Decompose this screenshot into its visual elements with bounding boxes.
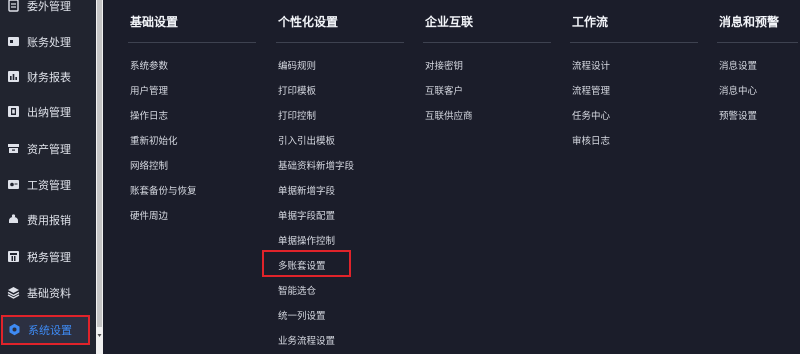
menu-item[interactable]: 单据操作控制	[278, 233, 335, 247]
menu-item[interactable]: 系统参数	[130, 58, 168, 72]
column-title: 工作流	[572, 15, 609, 29]
column-divider	[423, 42, 551, 43]
menu-item[interactable]: 任务中心	[572, 108, 610, 122]
sidebar-item-label: 财务报表	[27, 71, 71, 84]
menu-item[interactable]: 打印模板	[278, 83, 316, 97]
menu-item[interactable]: 审核日志	[572, 133, 610, 147]
sidebar-item-outsourcing[interactable]: 委外管理	[0, 0, 96, 21]
sidebar-item-label: 工资管理	[27, 179, 71, 192]
menu-item[interactable]: 智能选仓	[278, 283, 316, 297]
sidebar-item-report[interactable]: 财务报表	[0, 62, 96, 92]
sidebar-item-label: 系统设置	[28, 324, 72, 337]
menu-item[interactable]: 流程管理	[572, 83, 610, 97]
stack-icon	[7, 287, 20, 299]
ledger-icon	[8, 37, 19, 46]
scrollbar-thumb[interactable]	[97, 0, 102, 327]
column-title: 企业互联	[425, 15, 474, 29]
menu-item[interactable]: 业务流程设置	[278, 333, 335, 347]
sidebar-item-label: 委外管理	[27, 0, 71, 13]
column-divider	[128, 42, 256, 43]
menu-item[interactable]: 互联客户	[425, 83, 463, 97]
menu-item[interactable]: 对接密钥	[425, 58, 463, 72]
menu-item[interactable]: 流程设计	[572, 58, 610, 72]
menu-item[interactable]: 统一列设置	[278, 308, 326, 322]
cashier-icon	[8, 106, 19, 117]
menu-item[interactable]: 互联供应商	[425, 108, 473, 122]
column-divider	[717, 42, 798, 43]
sidebar-item-asset[interactable]: 资产管理	[0, 134, 96, 164]
menu-item[interactable]: 重新初始化	[130, 133, 178, 147]
sidebar-item-label: 账务处理	[27, 36, 71, 49]
sidebar-item-label: 出纳管理	[27, 106, 71, 119]
menu-item[interactable]: 单据字段配置	[278, 208, 335, 222]
menu-item[interactable]: 消息中心	[719, 83, 757, 97]
menu-item[interactable]: 预警设置	[719, 108, 757, 122]
tax-icon	[8, 251, 19, 262]
highlight-box	[262, 250, 351, 277]
menu-item[interactable]: 操作日志	[130, 108, 168, 122]
sidebar-scrollbar[interactable]	[96, 0, 103, 354]
sidebar-item-expense[interactable]: 费用报销	[0, 205, 96, 235]
expense-icon	[9, 214, 18, 223]
sidebar-item-label: 基础资料	[27, 287, 71, 300]
sidebar-item-basic-data[interactable]: 基础资料	[0, 278, 96, 308]
menu-item[interactable]: 基础资料新增字段	[278, 158, 354, 172]
gear-icon	[9, 323, 20, 336]
report-icon	[8, 71, 19, 82]
sidebar-item-label: 税务管理	[27, 251, 71, 264]
asset-icon	[8, 144, 19, 153]
sidebar: 委外管理 账务处理 财务报表 出纳管理 资产管理 工资管理 费用报销 税务管理 …	[0, 0, 96, 354]
salary-icon	[8, 180, 19, 189]
column-divider	[570, 42, 698, 43]
outsourcing-icon	[8, 0, 19, 12]
sidebar-item-system-settings[interactable]: 系统设置	[1, 315, 90, 345]
column-title: 基础设置	[130, 15, 179, 29]
menu-item[interactable]: 账套备份与恢复	[130, 183, 197, 197]
menu-item[interactable]: 硬件周边	[130, 208, 168, 222]
menu-item[interactable]: 用户管理	[130, 83, 168, 97]
scroll-down-arrow-icon[interactable]	[96, 330, 103, 342]
menu-item[interactable]: 编码规则	[278, 58, 316, 72]
settings-menu-panel: 基础设置 系统参数 用户管理 操作日志 重新初始化 网络控制 账套备份与恢复 硬…	[103, 0, 800, 354]
menu-item[interactable]: 网络控制	[130, 158, 168, 172]
sidebar-item-cashier[interactable]: 出纳管理	[0, 97, 96, 127]
column-divider	[276, 42, 404, 43]
menu-item[interactable]: 消息设置	[719, 58, 757, 72]
sidebar-item-label: 费用报销	[27, 214, 71, 227]
sidebar-item-tax[interactable]: 税务管理	[0, 242, 96, 272]
column-title: 消息和预警	[719, 15, 780, 29]
sidebar-item-label: 资产管理	[27, 143, 71, 156]
menu-item[interactable]: 打印控制	[278, 108, 316, 122]
sidebar-item-ledger[interactable]: 账务处理	[0, 27, 96, 57]
sidebar-item-salary[interactable]: 工资管理	[0, 170, 96, 200]
menu-item[interactable]: 引入引出模板	[278, 133, 335, 147]
column-title: 个性化设置	[278, 15, 339, 29]
menu-item[interactable]: 单据新增字段	[278, 183, 335, 197]
